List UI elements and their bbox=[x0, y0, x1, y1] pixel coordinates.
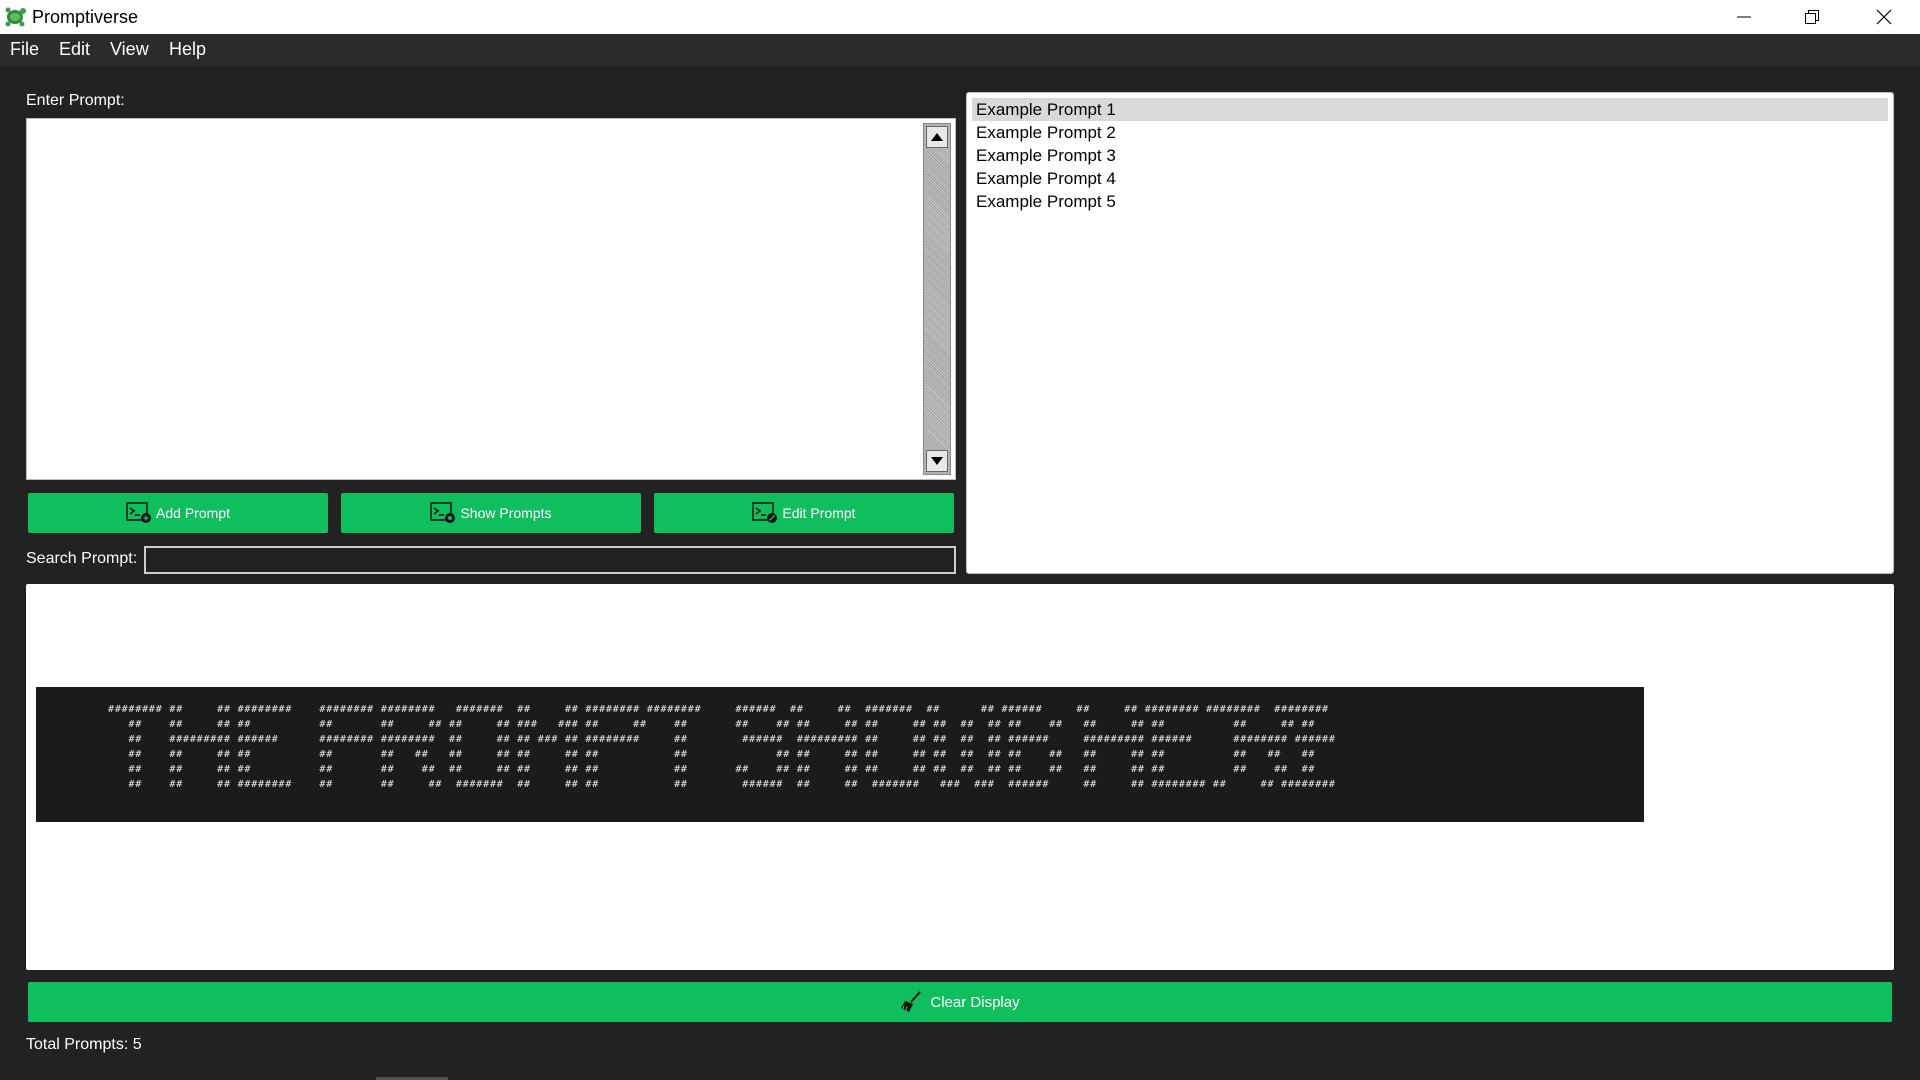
scroll-down-button[interactable] bbox=[926, 450, 948, 472]
add-prompt-label: Add Prompt bbox=[156, 505, 230, 521]
output-display: ######## ## ## ######## ######## #######… bbox=[26, 584, 1894, 970]
terminal-edit-icon bbox=[752, 502, 778, 523]
ascii-banner-text: ######## ## ## ######## ######## #######… bbox=[108, 704, 1336, 790]
list-item[interactable]: Example Prompt 1 bbox=[972, 98, 1888, 121]
turtle-app-icon bbox=[5, 7, 26, 27]
edit-prompt-button[interactable]: Edit Prompt bbox=[654, 493, 954, 533]
list-item[interactable]: Example Prompt 4 bbox=[972, 167, 1888, 190]
close-button[interactable] bbox=[1850, 0, 1918, 34]
arrow-down-icon bbox=[931, 457, 943, 465]
list-item[interactable]: Example Prompt 3 bbox=[972, 144, 1888, 167]
close-icon bbox=[1876, 9, 1892, 25]
menu-file[interactable]: File bbox=[10, 39, 39, 60]
menu-view[interactable]: View bbox=[110, 39, 149, 60]
prompt-scrollbar[interactable] bbox=[923, 123, 951, 475]
total-prompts-status: Total Prompts: 5 bbox=[26, 1036, 142, 1053]
ascii-banner: ######## ## ## ######## ######## #######… bbox=[36, 687, 1644, 822]
list-item[interactable]: Example Prompt 2 bbox=[972, 121, 1888, 144]
minimize-icon bbox=[1737, 16, 1751, 18]
window-title: Promptiverse bbox=[32, 7, 139, 27]
clear-display-label: Clear Display bbox=[930, 993, 1020, 1011]
broom-icon bbox=[901, 991, 922, 1012]
terminal-view-icon bbox=[430, 502, 456, 523]
search-input[interactable] bbox=[144, 546, 956, 574]
show-prompts-button[interactable]: Show Prompts bbox=[341, 493, 641, 533]
list-item[interactable]: Example Prompt 5 bbox=[972, 190, 1888, 213]
prompt-listbox[interactable]: Example Prompt 1 Example Prompt 2 Exampl… bbox=[966, 92, 1894, 574]
search-prompt-label: Search Prompt: bbox=[26, 550, 138, 567]
show-prompts-label: Show Prompts bbox=[460, 505, 552, 521]
menu-bar: File Edit View Help bbox=[0, 34, 1920, 66]
terminal-add-icon bbox=[126, 502, 152, 523]
add-prompt-button[interactable]: Add Prompt bbox=[28, 493, 328, 533]
minimize-button[interactable] bbox=[1710, 0, 1778, 34]
menu-help[interactable]: Help bbox=[169, 39, 206, 60]
prompt-textarea[interactable] bbox=[26, 118, 956, 480]
arrow-up-icon bbox=[931, 133, 943, 141]
title-bar: Promptiverse bbox=[0, 0, 1920, 34]
scroll-up-button[interactable] bbox=[926, 126, 948, 148]
menu-edit[interactable]: Edit bbox=[59, 39, 90, 60]
restore-button[interactable] bbox=[1778, 0, 1846, 34]
enter-prompt-label: Enter Prompt: bbox=[26, 92, 125, 109]
clear-display-button[interactable]: Clear Display bbox=[28, 982, 1892, 1022]
edit-prompt-label: Edit Prompt bbox=[782, 505, 856, 521]
restore-icon bbox=[1805, 10, 1819, 24]
